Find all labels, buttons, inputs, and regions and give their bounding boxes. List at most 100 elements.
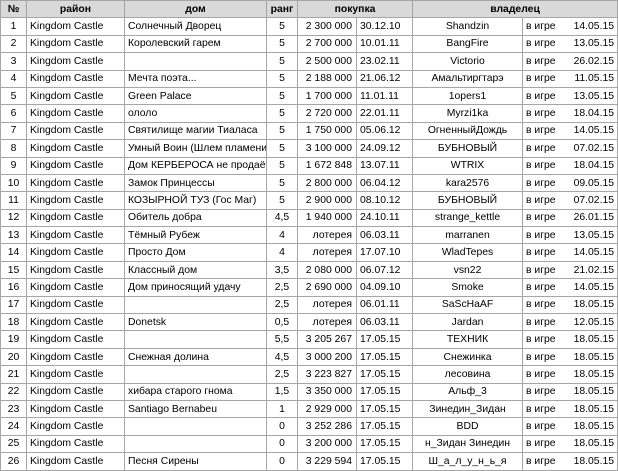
table-row: 21 Kingdom Castle 2,5 3 223 827 17.05.15 лесо… <box>0 365 618 384</box>
cell-owner: kara2576 <box>412 173 524 193</box>
cell-rank: 3,5 <box>266 260 298 280</box>
table-row: 4 Kingdom Castle Мечта поэта... 5 2 188 000 2… <box>0 69 618 88</box>
cell-price: 2 720 000 <box>297 104 357 123</box>
cell-purchase-date: 17.05.15 <box>355 382 414 401</box>
cell-district: Kingdom Castle <box>26 434 125 454</box>
cell-district: Kingdom Castle <box>26 365 125 384</box>
cell-owner-date: 14.05.15 <box>560 243 618 262</box>
table-row: 7 Kingdom Castle Святилище магии Тиаласа 5 1… <box>0 121 618 141</box>
cell-price: 2 800 000 <box>297 173 357 193</box>
table-row: 12 Kingdom Castle Обитель добра 4,5 1 940 00… <box>0 208 618 228</box>
cell-num: 25 <box>0 434 27 454</box>
cell-owner: strange_kettle <box>412 208 524 228</box>
cell-status: в игре <box>522 330 561 349</box>
cell-purchase-date: 06.04.12 <box>355 173 414 193</box>
cell-purchase-date: 22.01.11 <box>355 104 414 123</box>
cell-num: 13 <box>0 226 27 245</box>
cell-num: 21 <box>0 365 27 384</box>
cell-purchase-date: 08.10.12 <box>355 191 414 210</box>
cell-district: Kingdom Castle <box>26 260 125 280</box>
cell-price: 3 350 000 <box>297 382 357 401</box>
cell-owner: Smoke <box>412 278 524 297</box>
table-row: 2 Kingdom Castle Королевский гарем 5 2 700 0… <box>0 34 618 54</box>
cell-house: Просто Дом <box>124 243 267 262</box>
cell-owner: ТЕХНИК <box>412 330 524 349</box>
cell-owner-date: 21.02.15 <box>560 260 618 280</box>
cell-rank: 4 <box>266 226 298 245</box>
cell-owner: н_Зидан Зинедин <box>412 434 524 454</box>
cell-rank: 5 <box>266 104 298 123</box>
cell-price: 1 700 000 <box>297 86 357 106</box>
cell-price: 1 750 000 <box>297 121 357 141</box>
table-row: 25 Kingdom Castle 0 3 200 000 17.05.15 н_Зида… <box>0 434 618 454</box>
cell-district: Kingdom Castle <box>26 191 125 210</box>
table-row: 10 Kingdom Castle Замок Принцессы 5 2 800 00… <box>0 173 618 193</box>
cell-owner-date: 09.05.15 <box>560 173 618 193</box>
cell-price: 1 940 000 <box>297 208 357 228</box>
cell-house <box>124 365 267 384</box>
header-num: № <box>0 0 27 19</box>
cell-owner: 1opers1 <box>412 86 524 106</box>
cell-district: Kingdom Castle <box>26 417 125 436</box>
cell-num: 4 <box>0 69 27 88</box>
cell-district: Kingdom Castle <box>26 347 125 367</box>
cell-purchase-date: 05.06.12 <box>355 121 414 141</box>
cell-owner: WladTepes <box>412 243 524 262</box>
cell-price: 2 300 000 <box>297 17 357 36</box>
cell-owner: WTRIX <box>412 156 524 175</box>
cell-num: 17 <box>0 295 27 315</box>
cell-house: Дом КЕРБЕРОСА не продаётся <box>124 156 267 175</box>
cell-house: КОЗЫРНОЙ ТУЗ (Гос Маг) <box>124 191 267 210</box>
cell-status: в игре <box>522 365 561 384</box>
cell-purchase-date: 06.01.11 <box>355 295 414 315</box>
cell-owner: лесовина <box>412 365 524 384</box>
cell-num: 14 <box>0 243 27 262</box>
table-row: 26 Kingdom Castle Песня Сирены 0 3 229 594 17… <box>0 452 618 471</box>
cell-purchase-date: 17.05.15 <box>355 399 414 419</box>
cell-owner-date: 18.05.15 <box>560 382 618 401</box>
cell-status: в игре <box>522 313 561 332</box>
cell-price: 3 229 594 <box>297 452 357 471</box>
cell-status: в игре <box>522 191 561 210</box>
cell-price: 3 205 267 <box>297 330 357 349</box>
cell-status: в игре <box>522 69 561 88</box>
cell-status: в игре <box>522 17 561 36</box>
cell-district: Kingdom Castle <box>26 173 125 193</box>
cell-num: 26 <box>0 452 27 471</box>
cell-purchase-date: 24.09.12 <box>355 139 414 158</box>
header-district: район <box>26 0 125 19</box>
cell-house: Обитель добра <box>124 208 267 228</box>
cell-status: в игре <box>522 226 561 245</box>
cell-house: Королевский гарем <box>124 34 267 54</box>
cell-num: 16 <box>0 278 27 297</box>
houses-table: № район дом ранг покупка владелец 1 Kingd… <box>0 0 618 471</box>
cell-num: 5 <box>0 86 27 106</box>
cell-district: Kingdom Castle <box>26 17 125 36</box>
cell-house: Снежная долина <box>124 347 267 367</box>
cell-num: 12 <box>0 208 27 228</box>
cell-owner: BDD <box>412 417 524 436</box>
cell-num: 24 <box>0 417 27 436</box>
cell-owner-date: 18.05.15 <box>560 365 618 384</box>
cell-rank: 5 <box>266 173 298 193</box>
cell-status: в игре <box>522 243 561 262</box>
cell-owner-date: 07.02.15 <box>560 191 618 210</box>
cell-status: в игре <box>522 52 561 71</box>
cell-house: Солнечный Дворец <box>124 17 267 36</box>
cell-status: в игре <box>522 156 561 175</box>
cell-purchase-date: 06.03.11 <box>355 313 414 332</box>
table-row: 9 Kingdom Castle Дом КЕРБЕРОСА не продаётс… <box>0 156 618 175</box>
cell-purchase-date: 17.05.15 <box>355 434 414 454</box>
cell-status: в игре <box>522 382 561 401</box>
cell-owner: Shandzin <box>412 17 524 36</box>
cell-rank: 5 <box>266 52 298 71</box>
table-row: 19 Kingdom Castle 5,5 3 205 267 17.05.15 ТЕХН… <box>0 330 618 349</box>
cell-owner-date: 07.02.15 <box>560 139 618 158</box>
cell-purchase-date: 24.10.11 <box>355 208 414 228</box>
cell-house: Песня Сирены <box>124 452 267 471</box>
cell-price: 2 929 000 <box>297 399 357 419</box>
cell-price: 2 900 000 <box>297 191 357 210</box>
cell-num: 9 <box>0 156 27 175</box>
cell-owner: ОгненныйДождь <box>412 121 524 141</box>
table-row: 14 Kingdom Castle Просто Дом 4 лотерея 17.07.… <box>0 243 618 262</box>
